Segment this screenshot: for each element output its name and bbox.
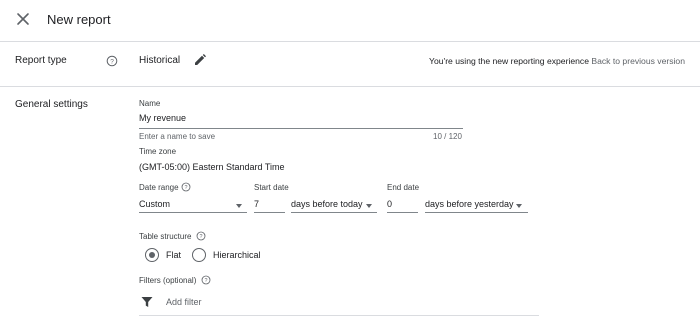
page-title: New report <box>47 12 111 27</box>
radio-flat-button[interactable] <box>145 248 159 262</box>
date-range-underline <box>139 212 247 213</box>
close-icon <box>17 13 29 25</box>
report-type-help-icon[interactable]: ? <box>106 55 118 67</box>
table-structure-label: Table structure <box>139 232 192 241</box>
name-counter: 10 / 120 <box>433 132 462 141</box>
radio-flat-label: Flat <box>166 250 182 260</box>
time-zone-label: Time zone <box>139 147 177 156</box>
experience-notice-text: You're using the new reporting experienc… <box>429 56 589 66</box>
svg-text:?: ? <box>110 58 114 65</box>
table-structure-help-icon[interactable]: ? <box>196 231 206 241</box>
pencil-icon <box>195 54 206 65</box>
radio-flat[interactable]: Flat <box>145 247 190 263</box>
time-zone-value: (GMT-05:00) Eastern Standard Time <box>139 162 285 172</box>
date-range-value: Custom <box>139 199 171 209</box>
general-settings-label: General settings <box>15 99 88 110</box>
start-date-unit-underline <box>291 212 377 213</box>
name-input-underline <box>139 128 463 129</box>
end-date-unit-underline <box>425 212 528 213</box>
help-icon: ? <box>181 182 191 192</box>
edit-report-type-button[interactable] <box>193 53 207 67</box>
filters-label: Filters (optional) <box>139 276 197 285</box>
date-range-help-icon[interactable]: ? <box>181 182 191 192</box>
start-date-input-underline <box>254 212 285 213</box>
report-type-label: Report type <box>15 55 67 66</box>
start-date-unit-select[interactable]: days before today <box>291 196 377 212</box>
end-date-unit-select[interactable]: days before yesterday <box>425 196 528 212</box>
chevron-down-icon <box>366 204 372 208</box>
chevron-down-icon <box>236 204 242 208</box>
end-date-unit-value: days before yesterday <box>425 199 514 209</box>
date-range-select[interactable]: Custom <box>139 196 247 212</box>
help-icon: ? <box>201 275 211 285</box>
experience-notice: You're using the new reporting experienc… <box>429 56 685 66</box>
svg-text:?: ? <box>199 234 202 240</box>
end-date-input[interactable]: 0 <box>387 199 418 211</box>
start-date-label: Start date <box>254 183 289 192</box>
filter-icon <box>141 297 153 307</box>
header-divider <box>0 41 700 42</box>
radio-hierarchical-label: Hierarchical <box>213 250 261 260</box>
svg-text:?: ? <box>184 185 187 191</box>
add-filter-underline <box>139 315 539 316</box>
end-date-label: End date <box>387 183 420 192</box>
help-icon: ? <box>196 231 206 241</box>
end-date-input-underline <box>387 212 418 213</box>
radio-hierarchical-button[interactable] <box>192 248 206 262</box>
svg-text:?: ? <box>204 278 207 284</box>
start-date-unit-value: days before today <box>291 199 363 209</box>
filters-help-icon[interactable]: ? <box>201 275 211 285</box>
add-filter-button[interactable]: Add filter <box>139 293 539 313</box>
radio-hierarchical[interactable]: Hierarchical <box>192 247 272 263</box>
report-type-divider <box>0 86 700 87</box>
name-field-label: Name <box>139 99 161 108</box>
add-filter-label: Add filter <box>166 297 202 307</box>
chevron-down-icon <box>516 204 522 208</box>
close-button[interactable] <box>14 10 32 28</box>
name-input[interactable]: My revenue <box>139 113 463 127</box>
name-hint: Enter a name to save <box>139 132 216 141</box>
start-date-input[interactable]: 7 <box>254 199 285 211</box>
back-to-previous-version-link[interactable]: Back to previous version <box>591 56 685 66</box>
help-icon: ? <box>106 55 118 67</box>
report-type-value: Historical <box>139 55 181 66</box>
date-range-label: Date range <box>139 183 179 192</box>
